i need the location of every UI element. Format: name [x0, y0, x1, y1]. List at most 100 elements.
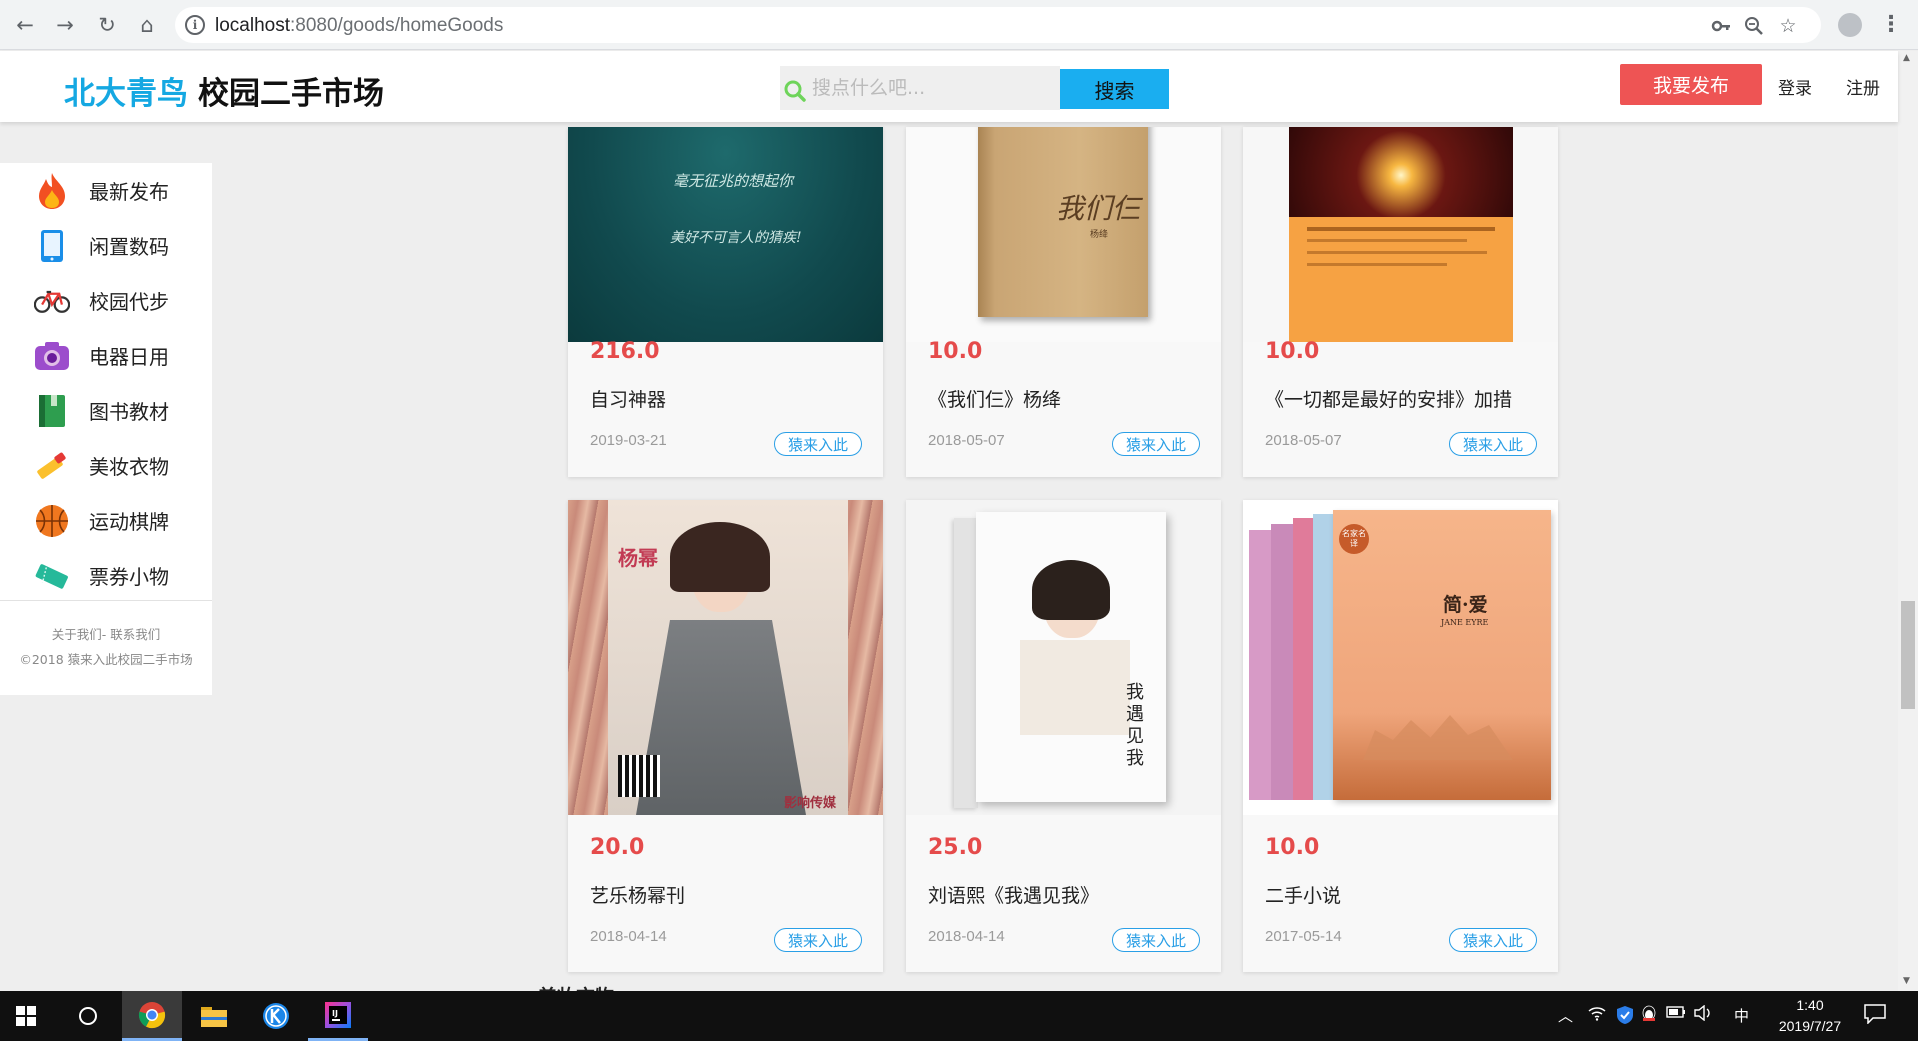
- qr-code-icon: [618, 755, 660, 797]
- goods-card[interactable]: 我们仨 杨绛 10.0 《我们仨》杨绛 2018-05-07 猿来入此: [906, 127, 1221, 477]
- sidebar-item-tickets[interactable]: 票券小物: [0, 548, 212, 603]
- profile-avatar-icon[interactable]: [1838, 13, 1862, 37]
- goods-title[interactable]: 《我们仨》杨绛: [928, 385, 1061, 412]
- site-logo[interactable]: 北大青鸟 校园二手市场: [64, 68, 384, 113]
- enter-goods-button[interactable]: 猿来入此: [1449, 928, 1537, 952]
- camera-icon: [34, 338, 70, 374]
- phone-icon: [34, 228, 70, 264]
- search-icon: [784, 80, 806, 102]
- sidebar-item-digital[interactable]: 闲置数码: [0, 218, 212, 273]
- publish-button[interactable]: 我要发布: [1620, 64, 1762, 105]
- goods-date: 2018-05-07: [1265, 432, 1342, 449]
- sidebar-divider: [0, 600, 212, 601]
- search-box: [780, 66, 1060, 110]
- goods-date: 2018-04-14: [590, 928, 667, 945]
- goods-card[interactable]: 杨幂 影响传媒 20.0 艺乐杨幂刊 2018-04-14 猿来入此: [568, 500, 883, 972]
- register-link[interactable]: 注册: [1846, 74, 1880, 99]
- search-circle-icon[interactable]: [58, 991, 118, 1041]
- goods-date: 2019-03-21: [590, 432, 667, 449]
- bicycle-icon: [34, 283, 70, 319]
- enter-goods-button[interactable]: 猿来入此: [774, 928, 862, 952]
- file-explorer-icon[interactable]: [184, 991, 244, 1041]
- sidebar-item-beauty[interactable]: 美妆衣物: [0, 438, 212, 493]
- goods-image[interactable]: 我遇见我: [906, 500, 1221, 815]
- windows-start-icon[interactable]: [0, 991, 52, 1041]
- search-button[interactable]: 搜索: [1060, 69, 1169, 109]
- forward-arrow-icon[interactable]: →: [52, 12, 78, 38]
- sidebar-item-appliances[interactable]: 电器日用: [0, 328, 212, 383]
- back-arrow-icon[interactable]: ←: [12, 12, 38, 38]
- site-header: 北大青鸟校园二手市场 搜索 我要发布 登录 注册: [0, 51, 1898, 122]
- goods-price: 10.0: [1265, 339, 1320, 364]
- notification-center-icon[interactable]: [1864, 1004, 1886, 1028]
- info-icon[interactable]: i: [185, 15, 205, 35]
- goods-card[interactable]: 名家名译 简·爱 JANE EYRE 10.0 二手小说 2017-05-14 …: [1243, 500, 1558, 972]
- tray-chevron-up-icon[interactable]: ︿: [1558, 1005, 1573, 1026]
- goods-date: 2018-05-07: [928, 432, 1005, 449]
- sidebar-item-sports[interactable]: 运动棋牌: [0, 493, 212, 548]
- goods-image[interactable]: 毫无征兆的想起你 美好不可言人的猜疾!: [568, 127, 883, 342]
- system-clock[interactable]: 1:40 2019/7/27: [1760, 995, 1860, 1037]
- goods-date: 2017-05-14: [1265, 928, 1342, 945]
- address-bar[interactable]: i localhost:8080/goods/homeGoods ☆: [175, 7, 1821, 43]
- goods-title[interactable]: 刘语熙《我遇见我》: [928, 881, 1099, 908]
- goods-title[interactable]: 艺乐杨幂刊: [590, 881, 685, 908]
- scrollbar-thumb[interactable]: [1901, 601, 1915, 709]
- browser-menu-icon[interactable]: ⋮: [1880, 12, 1902, 37]
- volume-icon[interactable]: [1694, 1004, 1712, 1025]
- basketball-icon: [34, 503, 70, 539]
- goods-title[interactable]: 《一切都是最好的安排》加措: [1265, 385, 1512, 412]
- home-icon[interactable]: ⌂: [134, 12, 160, 38]
- goods-date: 2018-04-14: [928, 928, 1005, 945]
- enter-goods-button[interactable]: 猿来入此: [1112, 928, 1200, 952]
- svg-text:IJ: IJ: [332, 1009, 338, 1018]
- copyright-text: ©2018 猿来入此校园二手市场: [19, 652, 193, 667]
- security-shield-icon[interactable]: [1616, 1005, 1634, 1029]
- lipstick-icon: [34, 448, 70, 484]
- wifi-icon[interactable]: [1588, 1005, 1606, 1025]
- goods-price: 25.0: [928, 835, 983, 860]
- goods-title[interactable]: 自习神器: [590, 385, 666, 412]
- category-sidebar: 最新发布 闲置数码 校园代步 电器日用 图书教材 美妆衣物 运动棋牌 票券小物 …: [0, 163, 212, 695]
- goods-card[interactable]: 我遇见我 25.0 刘语熙《我遇见我》 2018-04-14 猿来入此: [906, 500, 1221, 972]
- penguin-tray-icon[interactable]: [1642, 1005, 1656, 1027]
- zoom-icon[interactable]: [1743, 15, 1765, 37]
- fire-icon: [34, 172, 70, 209]
- search-input[interactable]: [812, 66, 1052, 110]
- goods-card[interactable]: 毫无征兆的想起你 美好不可言人的猜疾! 216.0 自习神器 2019-03-2…: [568, 127, 883, 477]
- key-icon[interactable]: [1710, 15, 1732, 37]
- goods-image[interactable]: 杨幂 影响传媒: [568, 500, 883, 815]
- sidebar-item-latest[interactable]: 最新发布: [0, 163, 212, 218]
- chrome-taskbar-icon[interactable]: [122, 991, 182, 1041]
- goods-image[interactable]: 名家名译 简·爱 JANE EYRE: [1243, 500, 1558, 815]
- browser-toolbar: ← → ↻ ⌂ i localhost:8080/goods/homeGoods…: [0, 0, 1918, 50]
- enter-goods-button[interactable]: 猿来入此: [1112, 432, 1200, 456]
- sidebar-item-books[interactable]: 图书教材: [0, 383, 212, 438]
- sidebar-item-transport[interactable]: 校园代步: [0, 273, 212, 328]
- scroll-up-arrow-icon[interactable]: ▲: [1903, 53, 1910, 63]
- scroll-down-arrow-icon[interactable]: ▼: [1903, 976, 1910, 986]
- goods-title[interactable]: 二手小说: [1265, 881, 1341, 908]
- intellij-icon[interactable]: IJ: [308, 991, 368, 1041]
- goods-image[interactable]: 我们仨 杨绛: [906, 127, 1221, 342]
- about-contact-links[interactable]: 关于我们- 联系我们: [0, 624, 212, 643]
- k-app-icon[interactable]: [246, 991, 306, 1041]
- battery-icon[interactable]: [1666, 1005, 1686, 1023]
- page-scrollbar[interactable]: [1898, 51, 1918, 991]
- windows-taskbar: IJ ︿ 中 1:40 2019/7/27: [0, 991, 1918, 1041]
- goods-price: 10.0: [928, 339, 983, 364]
- enter-goods-button[interactable]: 猿来入此: [1449, 432, 1537, 456]
- bookmark-star-icon[interactable]: ☆: [1777, 15, 1799, 37]
- login-link[interactable]: 登录: [1778, 74, 1812, 99]
- reload-icon[interactable]: ↻: [94, 12, 120, 38]
- ticket-icon: [34, 558, 70, 594]
- goods-image[interactable]: [1243, 127, 1558, 342]
- enter-goods-button[interactable]: 猿来入此: [774, 432, 862, 456]
- goods-price: 20.0: [590, 835, 645, 860]
- goods-card[interactable]: 10.0 《一切都是最好的安排》加措 2018-05-07 猿来入此: [1243, 127, 1558, 477]
- url-text: localhost:8080/goods/homeGoods: [215, 15, 504, 36]
- goods-price: 10.0: [1265, 835, 1320, 860]
- goods-price: 216.0: [590, 339, 660, 364]
- ime-indicator[interactable]: 中: [1734, 1005, 1749, 1026]
- book-icon: [34, 393, 70, 429]
